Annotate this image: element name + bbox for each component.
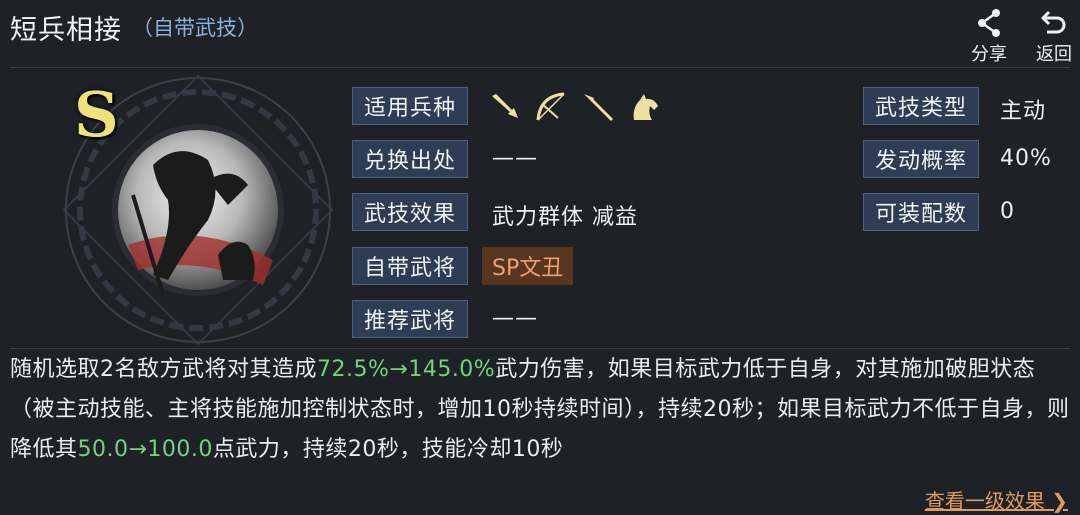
skill-description: 随机选取2名敌方武将对其造成72.5%→145.0%武力伤害，如果目标武力低于自… [10,350,1070,482]
builtin-general-chip[interactable]: SP文丑 [482,247,574,285]
view-level1-effect-link[interactable]: 查看一级效果 ❯ [925,485,1068,514]
debuff-scaling: 50.0→100.0 [77,437,213,462]
chance-label: 发动概率 [863,140,979,178]
header: 短兵相接 （自带武技） 分享 返回 [0,0,1080,66]
page-subtitle: （自带武技） [132,16,258,40]
recommend-label: 推荐武将 [352,300,468,338]
description-divider [10,348,1070,349]
exchange-label: 兑换出处 [352,140,468,178]
exchange-value: —— [492,146,538,171]
equip-label: 可装配数 [863,193,979,231]
page-title: 短兵相接 [10,15,122,46]
share-icon [967,8,1011,38]
header-divider [10,67,1070,68]
horse-icon [628,90,662,124]
skill-grade: S [74,78,119,151]
recommend-value: —— [492,306,538,331]
bow-icon [534,90,568,124]
type-value: 主动 [1000,99,1047,124]
effect-label: 武技效果 [352,193,468,231]
share-label: 分享 [971,44,1007,65]
builtin-general-label: 自带武将 [352,247,468,285]
description-text-1: 随机选取2名敌方武将对其造成 [10,357,317,382]
spear-icon [582,90,616,124]
back-icon [1032,8,1076,38]
back-label: 返回 [1036,44,1072,65]
chance-value: 40% [1000,146,1052,171]
sword-icon [488,90,522,124]
share-button[interactable]: 分享 [967,8,1011,66]
description-text-3: 点武力，持续20秒，技能冷却10秒 [212,437,564,462]
effect-value: 武力群体 减益 [492,205,638,230]
equip-value: 0 [1000,199,1015,224]
back-button[interactable]: 返回 [1032,8,1076,66]
type-label: 武技类型 [863,87,979,125]
damage-scaling: 72.5%→145.0% [317,357,496,382]
troops-label: 适用兵种 [352,87,468,125]
